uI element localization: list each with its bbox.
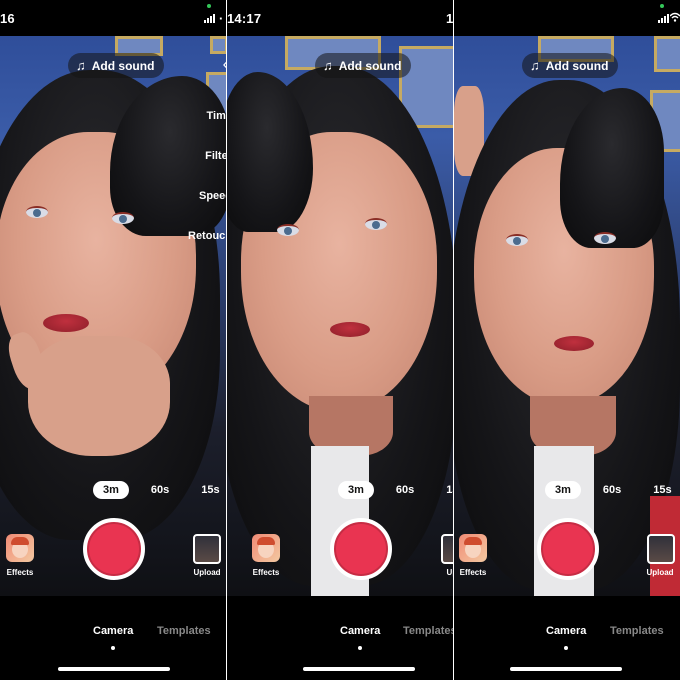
menu-speed[interactable]: Speed: [199, 186, 226, 207]
duration-15s[interactable]: 15s: [436, 481, 453, 499]
menu-time[interactable]: Time: [207, 106, 226, 127]
upload-thumbnail-icon[interactable]: [441, 534, 453, 564]
signal-icon: [658, 14, 669, 23]
effects-label: Effects: [6, 568, 34, 577]
status-dot-icon: [660, 4, 664, 8]
music-note-icon: ♫: [530, 58, 540, 73]
duration-3m[interactable]: 3m: [93, 481, 129, 499]
eye: [594, 232, 616, 244]
lips: [330, 322, 370, 337]
add-sound-button[interactable]: ♫ Add sound: [68, 53, 165, 78]
bottom-nav: Camera Templates: [0, 596, 226, 680]
effects-thumbnail-icon[interactable]: [252, 534, 280, 562]
eye: [26, 206, 48, 218]
upload-thumbnail-icon[interactable]: [193, 534, 221, 564]
tab-templates[interactable]: Templates: [610, 625, 664, 637]
eye: [112, 212, 134, 224]
add-sound-label: Add sound: [338, 58, 402, 73]
screenshot-collage: 16 · ♫ Add sound ‹ Time Filter Spee: [0, 0, 680, 680]
tab-camera[interactable]: Camera: [546, 625, 586, 637]
add-sound-button[interactable]: ♫ Add sound: [315, 53, 412, 78]
tab-templates[interactable]: Templates: [157, 625, 211, 637]
record-button[interactable]: [83, 518, 145, 580]
add-sound-label: Add sound: [545, 58, 609, 73]
panel-divider: [453, 0, 454, 680]
tab-camera[interactable]: Camera: [340, 625, 380, 637]
menu-filters[interactable]: Filter: [205, 146, 226, 167]
camera-preview: [454, 36, 680, 596]
duration-3m[interactable]: 3m: [338, 481, 374, 499]
duration-3m[interactable]: 3m: [545, 481, 581, 499]
tab-indicator: [111, 646, 115, 650]
menu-retouch[interactable]: Retouch: [188, 226, 226, 247]
status-dot-icon: [207, 4, 211, 8]
record-button[interactable]: [537, 518, 599, 580]
add-sound-label: Add sound: [91, 58, 155, 73]
eye: [506, 234, 528, 246]
duration-selector: 3m 60s 15s: [93, 481, 226, 499]
effects-thumbnail-icon[interactable]: [6, 534, 34, 562]
status-time-fragment: 17: [446, 11, 453, 26]
upload-label: Upload: [646, 568, 674, 577]
camera-preview: [227, 36, 453, 596]
tab-indicator: [564, 646, 568, 650]
status-bar: 14:17 17: [227, 0, 453, 36]
home-indicator[interactable]: [510, 667, 622, 671]
upload-label: Upl: [446, 568, 453, 577]
duration-selector: 3m 60s 15s: [338, 481, 453, 499]
status-time: 14:17: [227, 11, 262, 26]
home-indicator[interactable]: [303, 667, 415, 671]
eye: [277, 224, 299, 236]
tab-indicator: [358, 646, 362, 650]
panel-divider: [226, 0, 227, 680]
eye: [365, 218, 387, 230]
lips: [554, 336, 594, 351]
duration-selector: 3m 60s 15s: [545, 481, 680, 499]
tab-templates[interactable]: Templates: [403, 625, 453, 637]
duration-60s[interactable]: 60s: [593, 481, 631, 499]
status-fragment: ·: [219, 11, 224, 26]
music-note-icon: ♫: [76, 58, 86, 73]
lips: [43, 314, 89, 332]
status-time: 16: [0, 11, 15, 26]
bottom-nav: Camera Templates: [454, 596, 680, 680]
wall-frame: [654, 36, 680, 72]
bottom-nav: Camera Templates: [227, 596, 453, 680]
tab-camera[interactable]: Camera: [93, 625, 133, 637]
effects-label: Effects: [252, 568, 280, 577]
home-indicator[interactable]: [58, 667, 170, 671]
music-note-icon: ♫: [323, 58, 333, 73]
signal-icon: [204, 14, 215, 23]
duration-15s[interactable]: 15s: [191, 481, 226, 499]
duration-60s[interactable]: 60s: [141, 481, 179, 499]
effects-label: Effects: [459, 568, 487, 577]
side-menu: Time Filter Speed Retouch: [188, 106, 226, 247]
status-bar: [454, 0, 680, 36]
record-button[interactable]: [330, 518, 392, 580]
wifi-icon: [670, 12, 680, 22]
hand: [28, 336, 170, 456]
upload-thumbnail-icon[interactable]: [647, 534, 675, 564]
add-sound-button[interactable]: ♫ Add sound: [522, 53, 619, 78]
duration-15s[interactable]: 15s: [643, 481, 680, 499]
status-bar: 16 ·: [0, 0, 226, 36]
phone-panel-3: ♫ Add sound 3m 60s 15s Effects Upload Ca…: [454, 0, 680, 680]
wall-frame: [210, 36, 226, 54]
duration-60s[interactable]: 60s: [386, 481, 424, 499]
effects-thumbnail-icon[interactable]: [459, 534, 487, 562]
phone-panel-1: 16 · ♫ Add sound ‹ Time Filter Spee: [0, 0, 226, 680]
phone-panel-2: 14:17 17 ♫ Add sound 3m 60s 15s Effects: [227, 0, 453, 680]
upload-label: Upload: [193, 568, 221, 577]
